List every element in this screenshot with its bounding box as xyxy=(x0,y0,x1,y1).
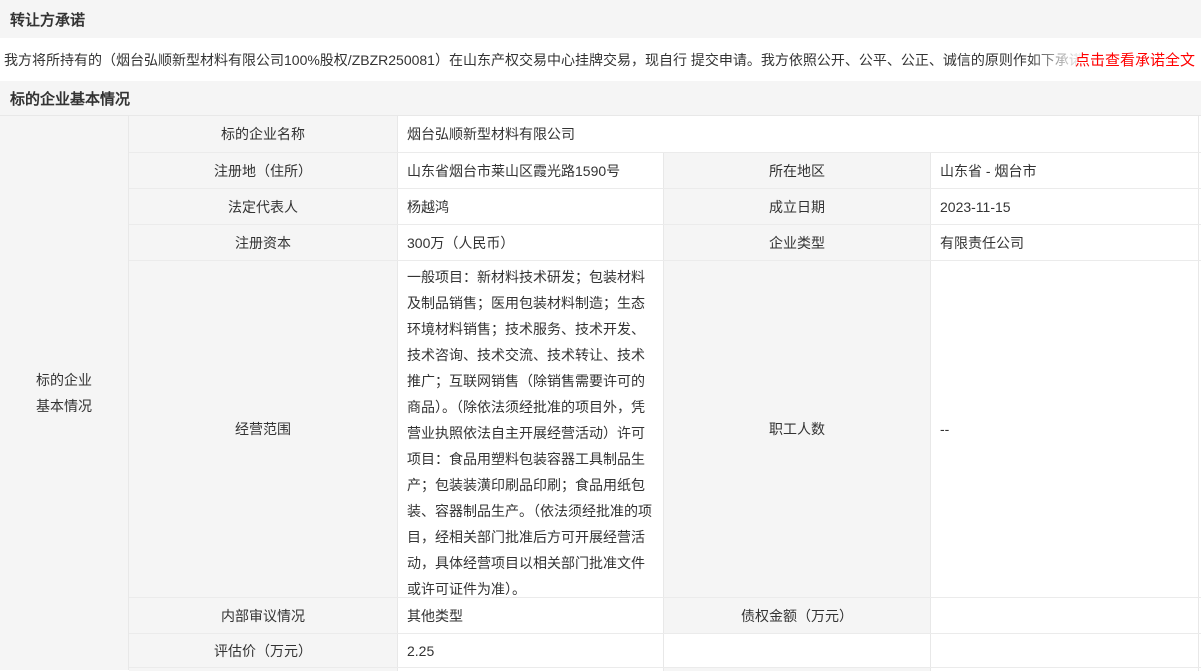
label-registered-address: 注册地（住所） xyxy=(129,153,398,188)
value-employee-count: -- xyxy=(931,261,1199,597)
label-appraised-price: 评估价（万元） xyxy=(129,634,398,667)
value-appraised-price: 2.25 xyxy=(398,634,664,667)
value-debt-amount xyxy=(931,598,1199,633)
basic-info-table: 标的企业 基本情况 标的企业名称 烟台弘顺新型材料有限公司 注册地（住所） 山东… xyxy=(0,115,1201,670)
table-row-appraised-price: 评估价（万元） 2.25 xyxy=(129,634,1201,668)
label-business-scope: 经营范围 xyxy=(129,261,398,597)
table-row-company-name: 标的企业名称 烟台弘顺新型材料有限公司 xyxy=(129,116,1201,153)
table-row-legal-rep-date: 法定代表人 杨越鸿 成立日期 2023-11-15 xyxy=(129,189,1201,225)
label-company-name: 标的企业名称 xyxy=(129,116,398,152)
rowgroup-label-line2: 基本情况 xyxy=(36,393,92,419)
value-empty-cell xyxy=(931,634,1199,667)
commitment-row: 我方将所持有的（烟台弘顺新型材料有限公司100%股权/ZBZR250081）在山… xyxy=(0,38,1201,81)
label-registered-capital: 注册资本 xyxy=(129,225,398,260)
label-empty-cell xyxy=(664,634,931,667)
value-region: 山东省 - 烟台市 xyxy=(931,153,1199,188)
commitment-statement: 我方将所持有的（烟台弘顺新型材料有限公司100%股权/ZBZR250081）在山… xyxy=(4,50,1097,70)
value-registered-capital: 300万（人民币） xyxy=(398,225,664,260)
label-enterprise-type: 企业类型 xyxy=(664,225,931,260)
label-region: 所在地区 xyxy=(664,153,931,188)
section-header-basic-info: 标的企业基本情况 xyxy=(0,81,1201,115)
label-legal-representative: 法定代表人 xyxy=(129,189,398,224)
value-internal-review: 其他类型 xyxy=(398,598,664,633)
label-employee-count: 职工人数 xyxy=(664,261,931,597)
value-legal-representative: 杨越鸿 xyxy=(398,189,664,224)
table-row-review-debt: 内部审议情况 其他类型 债权金额（万元） xyxy=(129,598,1201,634)
rowgroup-label-line1: 标的企业 xyxy=(36,367,92,393)
business-scope-text: 一般项目：新材料技术研发；包装材料及制品销售；医用包装材料制造；生态环境材料销售… xyxy=(407,264,655,597)
label-debt-amount: 债权金额（万元） xyxy=(664,598,931,633)
label-internal-review: 内部审议情况 xyxy=(129,598,398,633)
table-row-capital-type: 注册资本 300万（人民币） 企业类型 有限责任公司 xyxy=(129,225,1201,261)
value-business-scope: 一般项目：新材料技术研发；包装材料及制品销售；医用包装材料制造；生态环境材料销售… xyxy=(398,261,664,597)
table-row-business-scope: 经营范围 一般项目：新材料技术研发；包装材料及制品销售；医用包装材料制造；生态环… xyxy=(129,261,1201,598)
view-full-commitment-link[interactable]: 点击查看承诺全文 xyxy=(1027,38,1195,81)
rowgroup-label-basic-info: 标的企业 基本情况 xyxy=(0,116,129,670)
label-established-date: 成立日期 xyxy=(664,189,931,224)
value-company-name: 烟台弘顺新型材料有限公司 xyxy=(398,116,1199,152)
table-row-address-region: 注册地（住所） 山东省烟台市莱山区霞光路1590号 所在地区 山东省 - 烟台市 xyxy=(129,153,1201,189)
value-registered-address: 山东省烟台市莱山区霞光路1590号 xyxy=(398,153,664,188)
section-header-transferor-commitment: 转让方承诺 xyxy=(0,0,1201,38)
value-enterprise-type: 有限责任公司 xyxy=(931,225,1199,260)
value-established-date: 2023-11-15 xyxy=(931,189,1199,224)
